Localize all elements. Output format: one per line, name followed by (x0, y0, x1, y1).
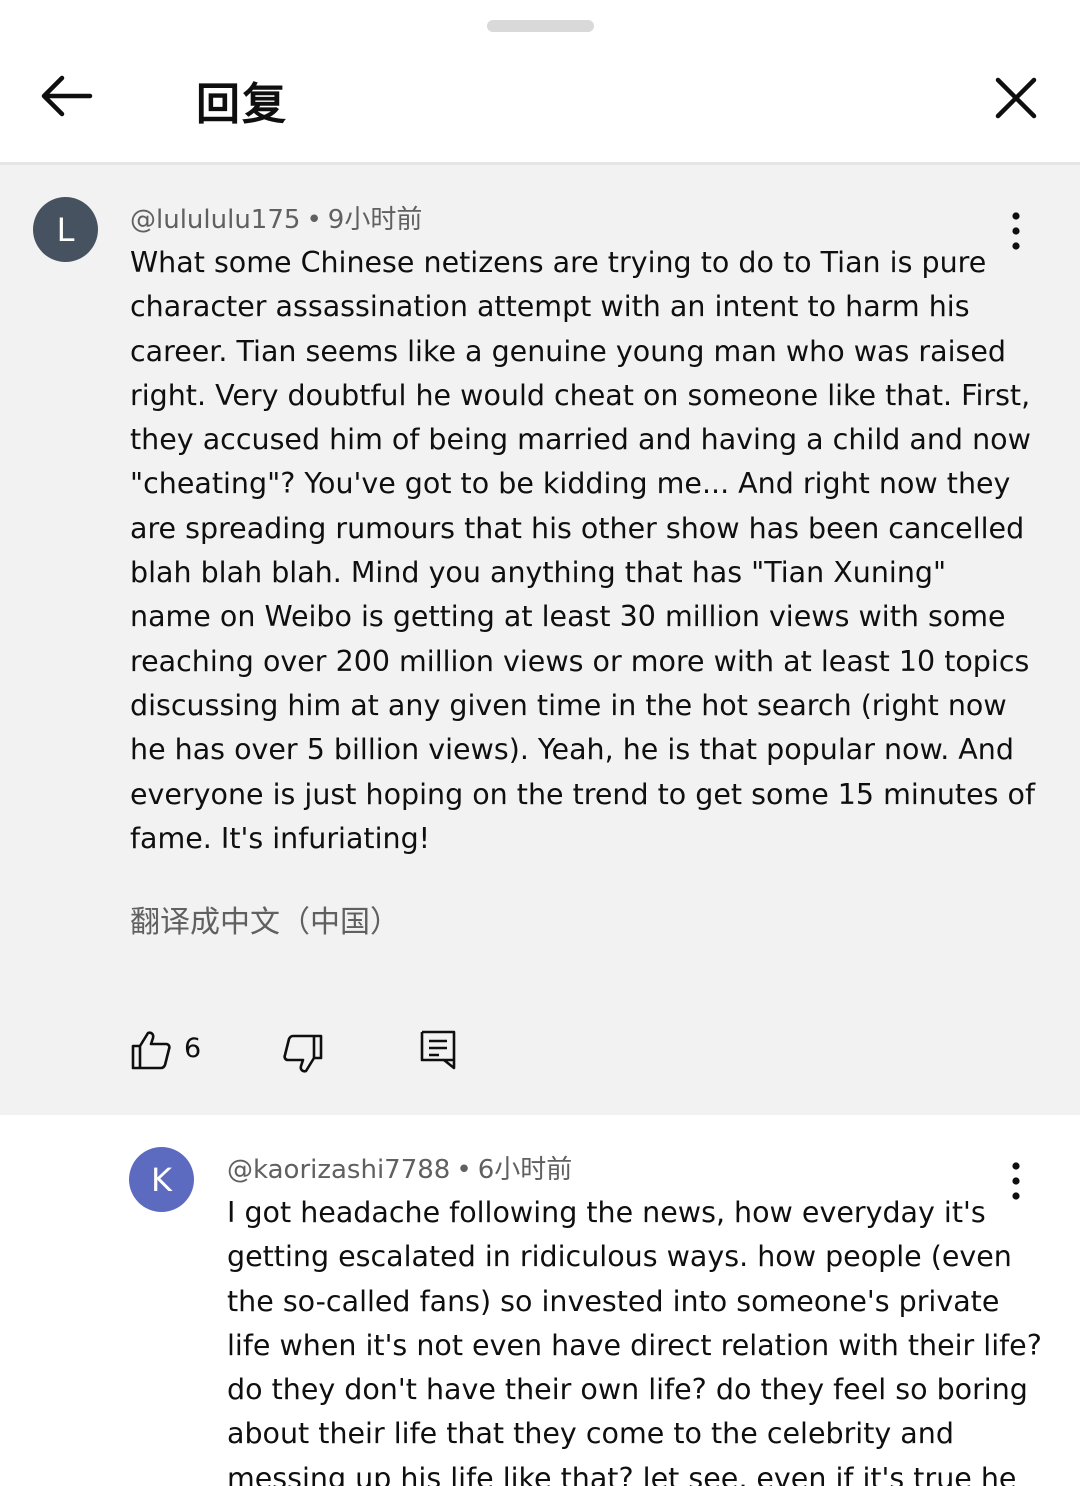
sheet-header: 回复 (0, 0, 1080, 165)
comment-line: I got headache following the news, how e… (227, 1196, 986, 1229)
meta-separator: • (456, 1155, 472, 1185)
comment-line: the so-called fans) so invested into som… (227, 1284, 1000, 1318)
comment-line: blah blah blah. Mind you anything that h… (130, 556, 947, 590)
avatar[interactable]: K (129, 1147, 194, 1212)
back-arrow-icon[interactable] (36, 66, 100, 130)
comment-line: right. Very doubtful he would cheat on s… (130, 378, 1031, 412)
page-title: 回复 (196, 79, 288, 130)
meta-separator: • (306, 205, 322, 235)
comment-body: I got headache following the news, how e… (227, 1191, 1042, 1486)
comment-line: he has over 5 billion views). Yeah, he i… (130, 733, 1014, 767)
avatar-letter: K (151, 1160, 172, 1199)
comment-line: are spreading rumours that his other sho… (130, 511, 1025, 545)
avatar-letter: L (56, 210, 75, 249)
comment-line: name on Weibo is getting at least 30 mil… (130, 600, 1006, 634)
comment-author[interactable]: @kaorizashi7788 (227, 1155, 450, 1185)
comment-meta: @lulululu175 • 9小时前 (130, 199, 422, 236)
comment-line: reaching over 200 million views or more … (130, 644, 1030, 678)
comment-line: What some Chinese netizens are trying to… (130, 246, 987, 279)
thumbs-up-icon[interactable] (130, 1029, 172, 1071)
comment-line: do they don't have their own life? do th… (227, 1373, 1028, 1407)
drag-handle[interactable] (487, 20, 594, 32)
comment-line: they accused him of being married and ha… (130, 423, 1031, 457)
comment-line: fame. It's infuriating! (130, 821, 431, 855)
like-count: 6 (184, 1033, 202, 1064)
close-icon[interactable] (988, 70, 1044, 126)
comment-time: 6小时前 (477, 1155, 573, 1185)
thumbs-down-icon[interactable] (282, 1033, 324, 1075)
comment-line: "cheating"? You've got to be kidding me.… (130, 467, 1011, 501)
comment-line: career. Tian seems like a genuine young … (130, 334, 1006, 368)
comment-icon[interactable] (419, 1029, 457, 1071)
comment-line: about their life that they come to the c… (227, 1417, 954, 1451)
comment-author[interactable]: @lulululu175 (130, 205, 300, 235)
parent-comment: L @lulululu175 • 9小时前 What some Chinese ne… (0, 165, 1080, 1115)
comment-line: everyone is just hoping on the trend to … (130, 777, 1036, 811)
comment-time: 9小时前 (327, 205, 423, 235)
comment-line: discussing him at any given time in the … (130, 688, 1007, 722)
translate-link[interactable]: 翻译成中文（中国） (130, 897, 400, 941)
comment-line: life when it's not even have direct rela… (227, 1328, 1042, 1362)
reply-comment: K @kaorizashi7788 • 6小时前 I got headache fo… (0, 1115, 1080, 1486)
comment-line: getting escalated in ridiculous ways. ho… (227, 1240, 1012, 1274)
comment-meta: @kaorizashi7788 • 6小时前 (227, 1149, 572, 1186)
comment-line: character assassination attempt with an … (130, 290, 970, 324)
avatar[interactable]: L (33, 197, 98, 262)
comment-body: What some Chinese netizens are trying to… (130, 241, 1035, 861)
comment-line: messing up his life like that? let see, … (227, 1461, 1017, 1486)
